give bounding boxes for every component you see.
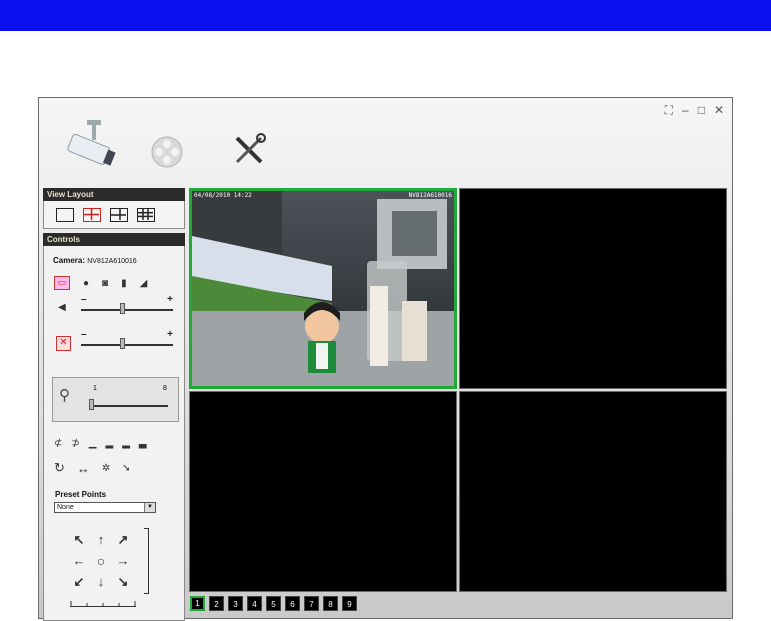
zoom-max: 8: [163, 385, 167, 392]
chevron-down-icon[interactable]: ▼: [144, 503, 155, 512]
arrow-left-icon[interactable]: ←: [68, 553, 90, 568]
app-window: ⛶ – □ ✕ View Layout Controls Camera: NV8…: [38, 97, 733, 621]
video-tile-2[interactable]: [459, 188, 727, 389]
record-icon[interactable]: ●: [83, 278, 89, 289]
mic-min: –: [81, 329, 87, 340]
book-icon[interactable]: ▮: [121, 278, 127, 289]
mic-thumb[interactable]: [120, 338, 126, 349]
volume-max: +: [167, 294, 173, 305]
volume-thumb[interactable]: [120, 303, 126, 314]
page-button-6[interactable]: 6: [285, 596, 300, 611]
zoom-track: [91, 405, 168, 407]
arrow-up-left-icon[interactable]: ↖: [68, 532, 90, 548]
controls-header: Controls: [43, 233, 185, 246]
arrow-down-left-icon[interactable]: ↙: [68, 574, 90, 590]
microphone-slider[interactable]: – +: [81, 329, 173, 352]
tools-icon[interactable]: [229, 130, 269, 170]
page-button-8[interactable]: 8: [323, 596, 338, 611]
focus-iris-row: ⊄ ⊅ ▁ ▂ ▂ ▃: [54, 438, 147, 449]
video-tile-4[interactable]: [459, 391, 727, 592]
speaker-icon[interactable]: ◀: [58, 302, 66, 313]
iris-level-2-icon[interactable]: ▂: [105, 438, 113, 449]
arrow-down-right-icon[interactable]: ↘: [112, 574, 134, 590]
page-button-7[interactable]: 7: [304, 596, 319, 611]
page-button-5[interactable]: 5: [266, 596, 281, 611]
page-button-9[interactable]: 9: [342, 596, 357, 611]
page-tabs: 123456789: [190, 596, 357, 611]
view-layout-header: View Layout: [43, 188, 185, 201]
zoom-min: 1: [93, 385, 97, 392]
layout-quad-icon[interactable]: [83, 207, 101, 222]
window-controls: ⛶ – □ ✕: [665, 104, 724, 116]
video-tile-3[interactable]: [189, 391, 457, 592]
video-camera-id: NV812A610016: [408, 192, 452, 199]
view-layout-options: [43, 201, 185, 229]
mic-max: +: [167, 329, 173, 340]
top-banner: [0, 0, 771, 31]
camera-icon[interactable]: [63, 114, 119, 170]
rotate-icon[interactable]: ↻: [54, 460, 65, 476]
pan-horizontal-icon[interactable]: ↔: [77, 461, 90, 476]
home-icon[interactable]: ○: [90, 553, 112, 569]
focus-far-icon[interactable]: ⊅: [71, 438, 79, 449]
toolbar: ⛶ – □ ✕: [39, 98, 732, 186]
layout-nine-icon[interactable]: [137, 207, 155, 222]
layout-six-icon[interactable]: [110, 207, 128, 222]
preset-value: None: [57, 504, 74, 511]
page-button-1[interactable]: 1: [190, 596, 205, 611]
iris-level-3-icon[interactable]: ▂: [122, 438, 130, 449]
volume-min: –: [81, 294, 87, 305]
ptz-speed-scale[interactable]: [70, 601, 136, 607]
live-camera-feed: [192, 191, 454, 386]
ptz-speed-bracket[interactable]: [144, 528, 149, 594]
arrow-down-icon[interactable]: ↓: [90, 574, 112, 589]
arrow-right-icon[interactable]: →: [112, 553, 134, 568]
video-timestamp: 04/08/2010 14:22: [194, 192, 252, 199]
video-grid: 04/08/2010 14:22 NV812A610016: [189, 188, 728, 592]
volume-slider[interactable]: – +: [81, 294, 173, 317]
layout-single-icon[interactable]: [56, 207, 74, 222]
ptz-pad: ↖ ↑ ↗ ← ○ → ↙ ↓ ↘: [68, 529, 138, 595]
zoom-box: ⚲ 1 8: [52, 377, 179, 422]
iris-level-4-icon[interactable]: ▃: [139, 438, 147, 449]
volume-track: [81, 309, 173, 311]
camera-id: NV812A610016: [87, 258, 137, 265]
iris-level-1-icon[interactable]: ▁: [89, 438, 97, 449]
eraser-icon[interactable]: ◢: [140, 278, 148, 289]
mic-track: [81, 344, 173, 346]
video-tile-1[interactable]: 04/08/2010 14:22 NV812A610016: [189, 188, 457, 389]
snapshot-icon[interactable]: ◙: [102, 278, 108, 289]
focus-near-icon[interactable]: ⊄: [54, 438, 62, 449]
minimize-button[interactable]: –: [682, 104, 689, 116]
camera-label: Camera: NV812A610016: [53, 256, 137, 265]
camera-action-row: ▭ ● ◙ ▮ ◢: [54, 276, 147, 290]
close-button[interactable]: ✕: [714, 104, 724, 116]
microphone-mute-icon[interactable]: ✕: [56, 336, 71, 351]
cursor-icon[interactable]: ➘: [122, 463, 130, 474]
preset-label: Preset Points: [55, 490, 107, 499]
maximize-button[interactable]: □: [698, 104, 705, 116]
preset-select[interactable]: None ▼: [54, 502, 156, 513]
page-button-4[interactable]: 4: [247, 596, 262, 611]
left-panel: View Layout Controls Camera: NV812A61001…: [43, 188, 185, 621]
motion-row: ↻ ↔ ✲ ➘: [54, 460, 131, 476]
zoom-thumb[interactable]: [89, 399, 94, 410]
controls-panel: Camera: NV812A610016 ▭ ● ◙ ▮ ◢ ◀ – + ✕ –…: [43, 246, 185, 621]
page-button-2[interactable]: 2: [209, 596, 224, 611]
page-button-3[interactable]: 3: [228, 596, 243, 611]
fullscreen-icon[interactable]: ⛶: [665, 104, 673, 116]
arrow-up-icon[interactable]: ↑: [90, 532, 112, 547]
zoom-icon: ⚲: [59, 387, 70, 404]
live-view-icon[interactable]: ▭: [54, 276, 70, 290]
film-reel-icon[interactable]: [147, 132, 187, 172]
arrow-up-right-icon[interactable]: ↗: [112, 532, 134, 548]
camera-label-text: Camera:: [53, 256, 86, 265]
patrol-icon[interactable]: ✲: [102, 463, 110, 474]
